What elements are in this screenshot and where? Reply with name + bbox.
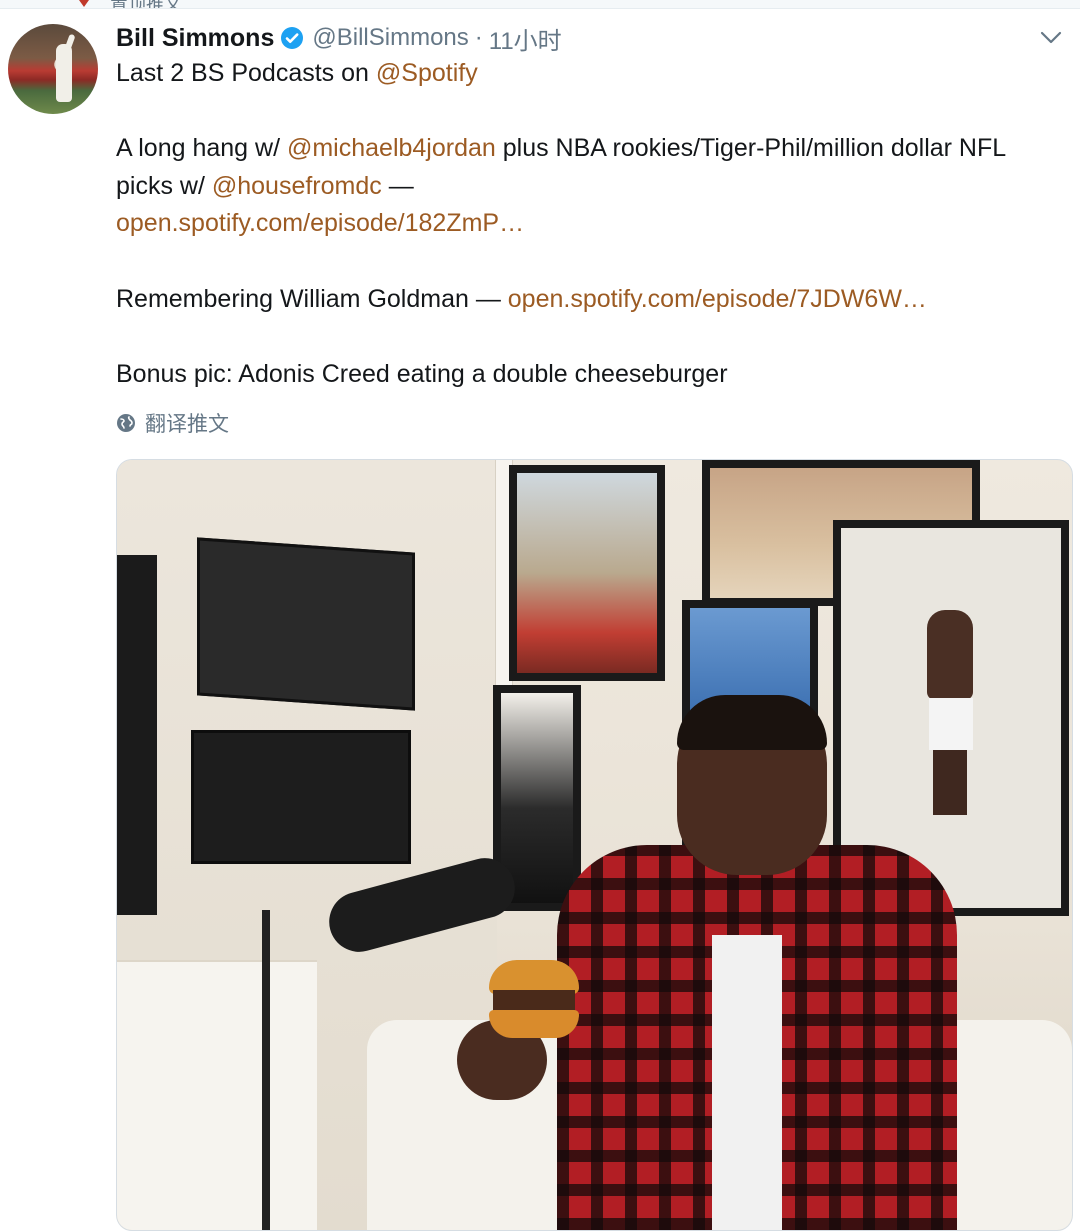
translate-label: 翻译推文 xyxy=(145,413,229,436)
tweet-text: Last 2 BS Podcasts on @Spotify A long ha… xyxy=(116,55,1068,393)
avatar[interactable] xyxy=(8,24,98,114)
tweet-line-2: A long hang w/ @michaelb4jordan plus NBA… xyxy=(116,134,1006,238)
globe-icon xyxy=(117,414,135,432)
mention-michaelb4jordan[interactable]: @michaelb4jordan xyxy=(287,134,496,162)
translate-tweet-button[interactable]: 翻译推文 xyxy=(116,408,229,438)
episode-link-1[interactable]: open.spotify.com/episode/182ZmP… xyxy=(116,209,524,237)
pinned-label: 置顶推文 xyxy=(110,0,182,8)
chevron-down-icon[interactable] xyxy=(1040,30,1062,46)
pin-marker-icon xyxy=(79,0,89,7)
tweet-header: Bill Simmons @BillSimmons · 11小时 xyxy=(116,20,562,56)
tweet-line-3: Remembering William Goldman — open.spoti… xyxy=(116,284,927,313)
episode-link-2[interactable]: open.spotify.com/episode/7JDW6W… xyxy=(508,285,927,313)
author-name[interactable]: Bill Simmons xyxy=(116,24,274,53)
verified-badge-icon xyxy=(281,27,304,49)
mention-spotify[interactable]: @Spotify xyxy=(376,59,478,87)
top-strip: 置顶推文 xyxy=(0,0,1080,9)
timestamp[interactable]: 11小时 xyxy=(489,21,562,56)
tweet-line-1: Last 2 BS Podcasts on @Spotify xyxy=(116,59,478,87)
separator-dot: · xyxy=(474,24,483,51)
tweet-line-4: Bonus pic: Adonis Creed eating a double … xyxy=(116,359,728,388)
author-handle[interactable]: @BillSimmons xyxy=(312,24,468,52)
tweet-photo[interactable] xyxy=(116,459,1073,1231)
mention-housefromdc[interactable]: @housefromdc xyxy=(212,172,382,200)
